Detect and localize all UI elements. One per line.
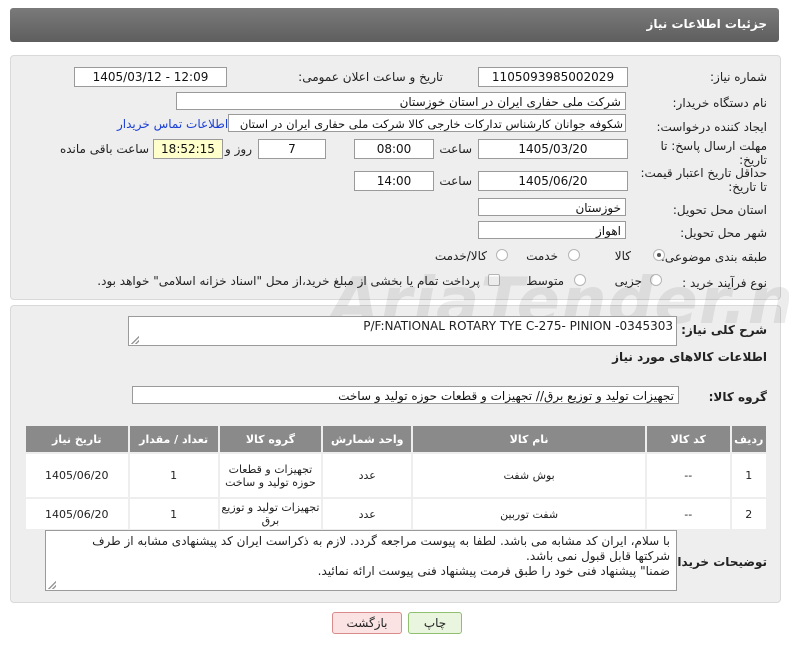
summary-textarea[interactable]: P/F:NATIONAL ROTARY TYE C-275- PINION -0… bbox=[128, 316, 677, 346]
col-unit: واحد شمارش bbox=[323, 426, 412, 452]
col-qty: تعداد / مقدار bbox=[129, 426, 218, 452]
resize-grip-icon[interactable] bbox=[48, 581, 56, 589]
cell-group: تجهیزات و قطعات حوزه تولید و ساخت bbox=[219, 454, 322, 497]
back-button[interactable]: بازگشت bbox=[332, 612, 402, 634]
announce-date-label: تاریخ و ساعت اعلان عمومی: bbox=[298, 70, 443, 84]
buyer-notes-textarea[interactable]: با سلام، ایران کد مشابه می باشد. لطفا به… bbox=[45, 530, 677, 591]
validity-label-line2: تا تاریخ: bbox=[728, 180, 767, 194]
table-row[interactable]: 1 -- بوش شفت عدد تجهیزات و قطعات حوزه تو… bbox=[26, 454, 766, 497]
remaining-time-word: ساعت باقی مانده bbox=[59, 142, 149, 156]
buyer-notes-line-3: ضمنا" پیشنهاد فنی خود را طبق فرمت پیشنها… bbox=[317, 564, 670, 578]
days-word: روز و bbox=[225, 142, 252, 156]
print-button[interactable]: چاپ bbox=[408, 612, 462, 634]
summary-text: P/F:NATIONAL ROTARY TYE C-275- PINION -0… bbox=[363, 319, 673, 333]
cell-qty: 1 bbox=[129, 499, 218, 529]
city-label: شهر محل تحویل: bbox=[680, 226, 767, 240]
category-option-goods-service: کالا/خدمت bbox=[434, 249, 487, 263]
goods-group-field: تجهیزات تولید و توزیع برق// تجهیزات و قط… bbox=[132, 386, 679, 404]
cell-group: تجهیزات تولید و توزیع برق bbox=[219, 499, 322, 529]
city-field: اهواز bbox=[478, 221, 626, 239]
summary-label: شرح کلی نیاز: bbox=[681, 323, 767, 337]
validity-time-field: 14:00 bbox=[354, 171, 434, 191]
category-option-goods: کالا bbox=[614, 249, 631, 263]
days-remaining-field: 7 bbox=[258, 139, 326, 159]
validity-date-field: 1405/06/20 bbox=[478, 171, 628, 191]
need-number-field: 1105093985002029 bbox=[478, 67, 628, 87]
need-number-label: شماره نیاز: bbox=[710, 70, 767, 84]
header-bar: جزئیات اطلاعات نیاز bbox=[10, 8, 779, 42]
creator-field: شکوفه جوانان کارشناس تدارکات خارجی کالا … bbox=[228, 114, 626, 132]
cell-name: بوش شفت bbox=[413, 454, 645, 497]
deadline-date-field: 1405/03/20 bbox=[478, 139, 628, 159]
province-field: خوزستان bbox=[478, 198, 626, 216]
category-radio-goods-service[interactable] bbox=[496, 249, 508, 261]
category-radio-goods[interactable] bbox=[653, 249, 665, 261]
buyer-contact-link[interactable]: اطلاعات تماس خریدار bbox=[117, 117, 228, 131]
deadline-label-line1: مهلت ارسال پاسخ: تا bbox=[660, 139, 767, 153]
col-name: نام کالا bbox=[413, 426, 645, 452]
cell-qty: 1 bbox=[129, 454, 218, 497]
category-radio-service[interactable] bbox=[568, 249, 580, 261]
items-table: ردیف کد کالا نام کالا واحد شمارش گروه کا… bbox=[24, 424, 768, 531]
table-row[interactable]: 2 -- شفت توربین عدد تجهیزات تولید و توزی… bbox=[26, 499, 766, 529]
category-option-service: خدمت bbox=[526, 249, 558, 263]
category-label: طبقه بندی موضوعی: bbox=[660, 250, 767, 264]
page: جزئیات اطلاعات نیاز شماره نیاز: 11050939… bbox=[0, 0, 789, 649]
cell-date: 1405/06/20 bbox=[26, 499, 128, 529]
buyer-notes-label: توضیحات خریدار: bbox=[665, 555, 767, 569]
col-date: تاریخ نیاز bbox=[26, 426, 128, 452]
creator-label: ایجاد کننده درخواست: bbox=[656, 120, 767, 134]
cell-unit: عدد bbox=[323, 499, 412, 529]
province-label: استان محل تحویل: bbox=[672, 203, 767, 217]
deadline-time-word: ساعت bbox=[439, 142, 472, 156]
resize-grip-icon[interactable] bbox=[131, 336, 139, 344]
buyer-notes-line-1: با سلام، ایران کد مشابه می باشد. لطفا به… bbox=[92, 534, 670, 548]
buyer-org-label: نام دستگاه خریدار: bbox=[672, 96, 768, 110]
deadline-time-field: 08:00 bbox=[354, 139, 434, 159]
cell-row: 1 bbox=[731, 454, 766, 497]
deadline-label-line2: تاریخ: bbox=[739, 153, 767, 167]
cell-code: -- bbox=[646, 499, 730, 529]
page-title: جزئیات اطلاعات نیاز bbox=[646, 17, 767, 31]
goods-group-label: گروه کالا: bbox=[708, 390, 767, 404]
validity-label-line1: حداقل تاریخ اعتبار قیمت: bbox=[640, 166, 767, 180]
col-row: ردیف bbox=[731, 426, 766, 452]
cell-row: 2 bbox=[731, 499, 766, 529]
cell-date: 1405/06/20 bbox=[26, 454, 128, 497]
cell-unit: عدد bbox=[323, 454, 412, 497]
announce-date-field: 1405/03/12 - 12:09 bbox=[74, 67, 227, 87]
buyer-notes-line-2: شرکتها قابل قبول نمی باشد. bbox=[526, 549, 670, 563]
remaining-time-field: 18:52:15 bbox=[153, 139, 223, 159]
col-code: کد کالا bbox=[646, 426, 730, 452]
cell-code: -- bbox=[646, 454, 730, 497]
goods-info-title: اطلاعات کالاهای مورد نیاز bbox=[612, 350, 767, 364]
buyer-org-field: شرکت ملی حفاری ایران در استان خوزستان bbox=[176, 92, 626, 110]
table-header-row: ردیف کد کالا نام کالا واحد شمارش گروه کا… bbox=[26, 426, 766, 452]
col-group: گروه کالا bbox=[219, 426, 322, 452]
cell-name: شفت توربین bbox=[413, 499, 645, 529]
validity-time-word: ساعت bbox=[439, 174, 472, 188]
